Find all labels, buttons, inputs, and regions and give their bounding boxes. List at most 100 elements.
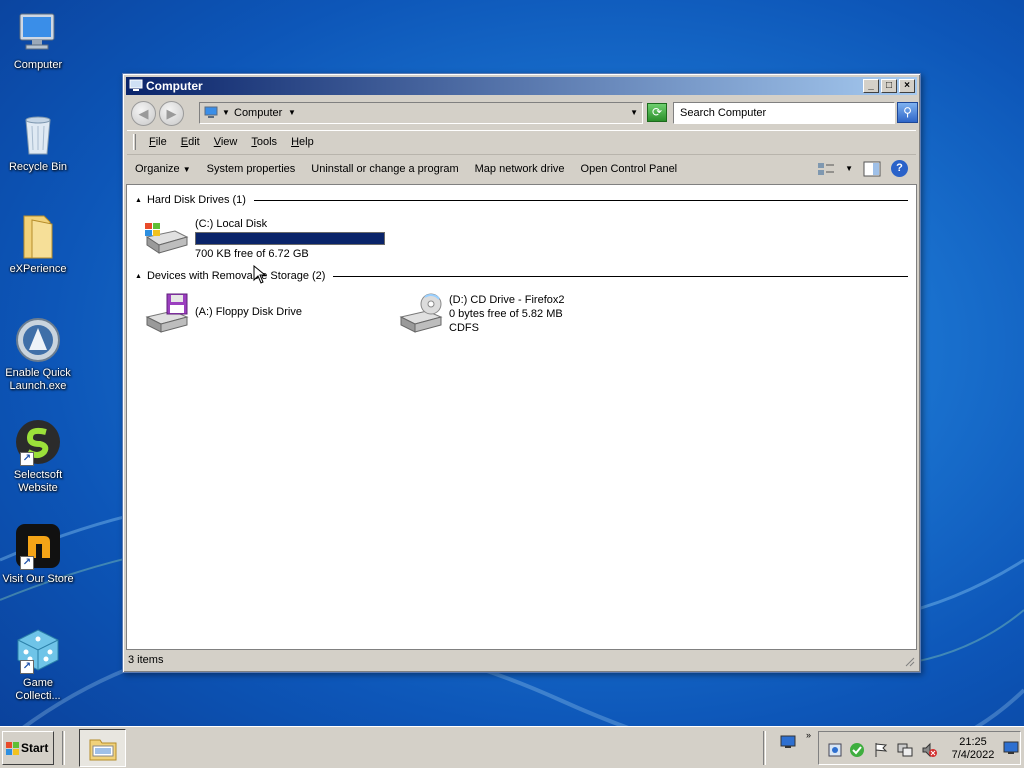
group-divider (333, 275, 908, 277)
menu-view[interactable]: View (207, 136, 245, 148)
group-header-hard-disks[interactable]: ▲ Hard Disk Drives (1) (135, 193, 908, 207)
collapse-icon[interactable]: ▲ (135, 273, 142, 280)
explorer-folder-icon (89, 739, 117, 761)
desktop-peek-icon[interactable] (1003, 740, 1019, 756)
shortcut-arrow-icon: ↗ (20, 660, 34, 674)
preview-pane-icon[interactable] (863, 161, 881, 177)
drive-d[interactable]: (D:) CD Drive - Firefox2 0 bytes free of… (397, 293, 617, 341)
back-button[interactable]: ◀ (131, 101, 156, 126)
search-input[interactable]: Search Computer (673, 102, 895, 124)
taskbar-separator (62, 731, 65, 765)
menu-tools[interactable]: Tools (244, 136, 284, 148)
help-icon[interactable]: ? (891, 160, 908, 177)
desktop-icon-label: Recycle Bin (8, 161, 68, 173)
collapse-icon[interactable]: ▲ (135, 197, 142, 204)
mouse-cursor-icon (253, 265, 267, 284)
desktop-icon-recycle-bin[interactable]: Recycle Bin (0, 110, 76, 174)
computer-icon (204, 106, 218, 118)
computer-icon (129, 79, 143, 91)
window-title: Computer (146, 79, 203, 93)
chevron-down-icon: ▼ (182, 164, 191, 174)
drive-c[interactable]: (C:) Local Disk 700 KB free of 6.72 GB (143, 217, 403, 261)
menu-edit[interactable]: Edit (174, 136, 207, 148)
group-divider (253, 199, 908, 201)
taskbar: Start » 21:25 7/4/2022 (0, 726, 1024, 768)
windows-logo-icon (6, 742, 19, 755)
desktop-icon-game-collection[interactable]: ↗ Game Collecti... (0, 626, 76, 703)
desktop-icon-label: Enable Quick Launch.exe (5, 367, 71, 392)
desktop-icon-label: Computer (13, 59, 63, 71)
store-icon: ↗ (14, 522, 62, 570)
close-button[interactable]: × (899, 79, 915, 93)
floppy-drive-icon (145, 293, 189, 333)
menu-file[interactable]: File (142, 136, 174, 148)
breadcrumb-computer[interactable]: Computer (234, 107, 282, 119)
security-check-icon[interactable] (849, 742, 865, 758)
folder-icon (14, 212, 62, 260)
open-control-panel-button[interactable]: Open Control Panel (573, 163, 686, 175)
start-button[interactable]: Start (2, 731, 54, 765)
forward-button[interactable]: ▶ (159, 101, 184, 126)
breadcrumb-chevron-icon[interactable]: ▼ (222, 103, 230, 123)
resize-grip-icon[interactable] (903, 655, 915, 667)
cd-drive-icon (399, 293, 443, 333)
action-center-flag-icon[interactable] (873, 742, 889, 758)
desktop-icon-computer[interactable]: Computer (0, 8, 76, 72)
status-item-count: 3 items (128, 654, 164, 666)
address-field[interactable]: ▼ Computer ▼ ▼ (199, 102, 643, 124)
command-bar: Organize ▼ System properties Uninstall o… (127, 154, 916, 182)
group-title: Hard Disk Drives (1) (146, 194, 246, 206)
tray-expand-icon[interactable]: » (806, 730, 811, 740)
maximize-button[interactable]: □ (881, 79, 897, 93)
hard-disk-icon (145, 223, 189, 254)
desktop-icon-enable-quick-launch[interactable]: Enable Quick Launch.exe (0, 316, 76, 393)
clock-time: 21:25 (959, 736, 987, 748)
breadcrumb-chevron-icon[interactable]: ▼ (288, 103, 296, 123)
drives-pane: ▲ Hard Disk Drives (1) (C:) Local Disk 7… (126, 184, 917, 650)
clock-date: 7/4/2022 (951, 749, 995, 761)
drive-free-space: 700 KB free of 6.72 GB (195, 248, 309, 260)
desktop-icon-selectsoft[interactable]: ↗ Selectsoft Website (0, 418, 76, 495)
search-button[interactable]: ⚲ (897, 102, 918, 123)
system-properties-button[interactable]: System properties (199, 163, 304, 175)
drive-name: (D:) CD Drive - Firefox2 (449, 294, 565, 306)
group-header-removable[interactable]: ▲ Devices with Removable Storage (2) (135, 269, 908, 283)
menu-help[interactable]: Help (284, 136, 321, 148)
change-view-icon[interactable] (817, 161, 835, 177)
desktop-icon-visit-store[interactable]: ↗ Visit Our Store (0, 522, 76, 586)
map-network-drive-button[interactable]: Map network drive (467, 163, 573, 175)
desktop-icon-experience[interactable]: eXPerience (0, 212, 76, 276)
shortcut-arrow-icon: ↗ (20, 556, 34, 570)
display-icon[interactable] (897, 742, 913, 758)
address-bar: ◀ ▶ ▼ Computer ▼ ▼ ⟳ Search Computer ⚲ (127, 98, 918, 128)
status-bar: 3 items (126, 651, 917, 669)
start-label: Start (21, 741, 49, 755)
taskbar-explorer-button[interactable] (79, 729, 126, 767)
disk-usage-bar (195, 232, 385, 245)
drive-name: (A:) Floppy Disk Drive (195, 306, 302, 318)
system-tray: 21:25 7/4/2022 (818, 731, 1021, 765)
uninstall-program-button[interactable]: Uninstall or change a program (303, 163, 466, 175)
title-bar[interactable]: Computer _ □ × (126, 77, 917, 95)
computer-window: Computer _ □ × ◀ ▶ ▼ Computer ▼ ▼ ⟳ Sear… (122, 73, 921, 673)
show-desktop-icon[interactable] (780, 735, 796, 749)
group-title: Devices with Removable Storage (2) (146, 270, 326, 282)
clock[interactable]: 21:25 7/4/2022 (945, 736, 1001, 762)
volume-muted-icon[interactable] (921, 742, 937, 758)
menu-bar: File Edit View Tools Help (127, 130, 916, 152)
selectsoft-logo-icon: ↗ (14, 418, 62, 466)
drive-a[interactable]: (A:) Floppy Disk Drive (143, 293, 343, 337)
shortcut-arrow-icon: ↗ (20, 452, 34, 466)
desktop-icon-label: eXPerience (9, 263, 67, 275)
minimize-button[interactable]: _ (863, 79, 879, 93)
taskbar-separator (763, 731, 766, 765)
dice-icon: ↗ (14, 626, 62, 674)
drive-name: (C:) Local Disk (195, 218, 268, 230)
quick-launch-app-icon (14, 316, 62, 364)
view-dropdown-icon[interactable]: ▼ (845, 164, 853, 173)
refresh-button[interactable]: ⟳ (647, 103, 667, 122)
drive-file-system: CDFS (449, 322, 479, 334)
organize-button[interactable]: Organize ▼ (127, 163, 199, 175)
address-dropdown-icon[interactable]: ▼ (630, 103, 638, 123)
network-icon[interactable] (827, 742, 843, 758)
